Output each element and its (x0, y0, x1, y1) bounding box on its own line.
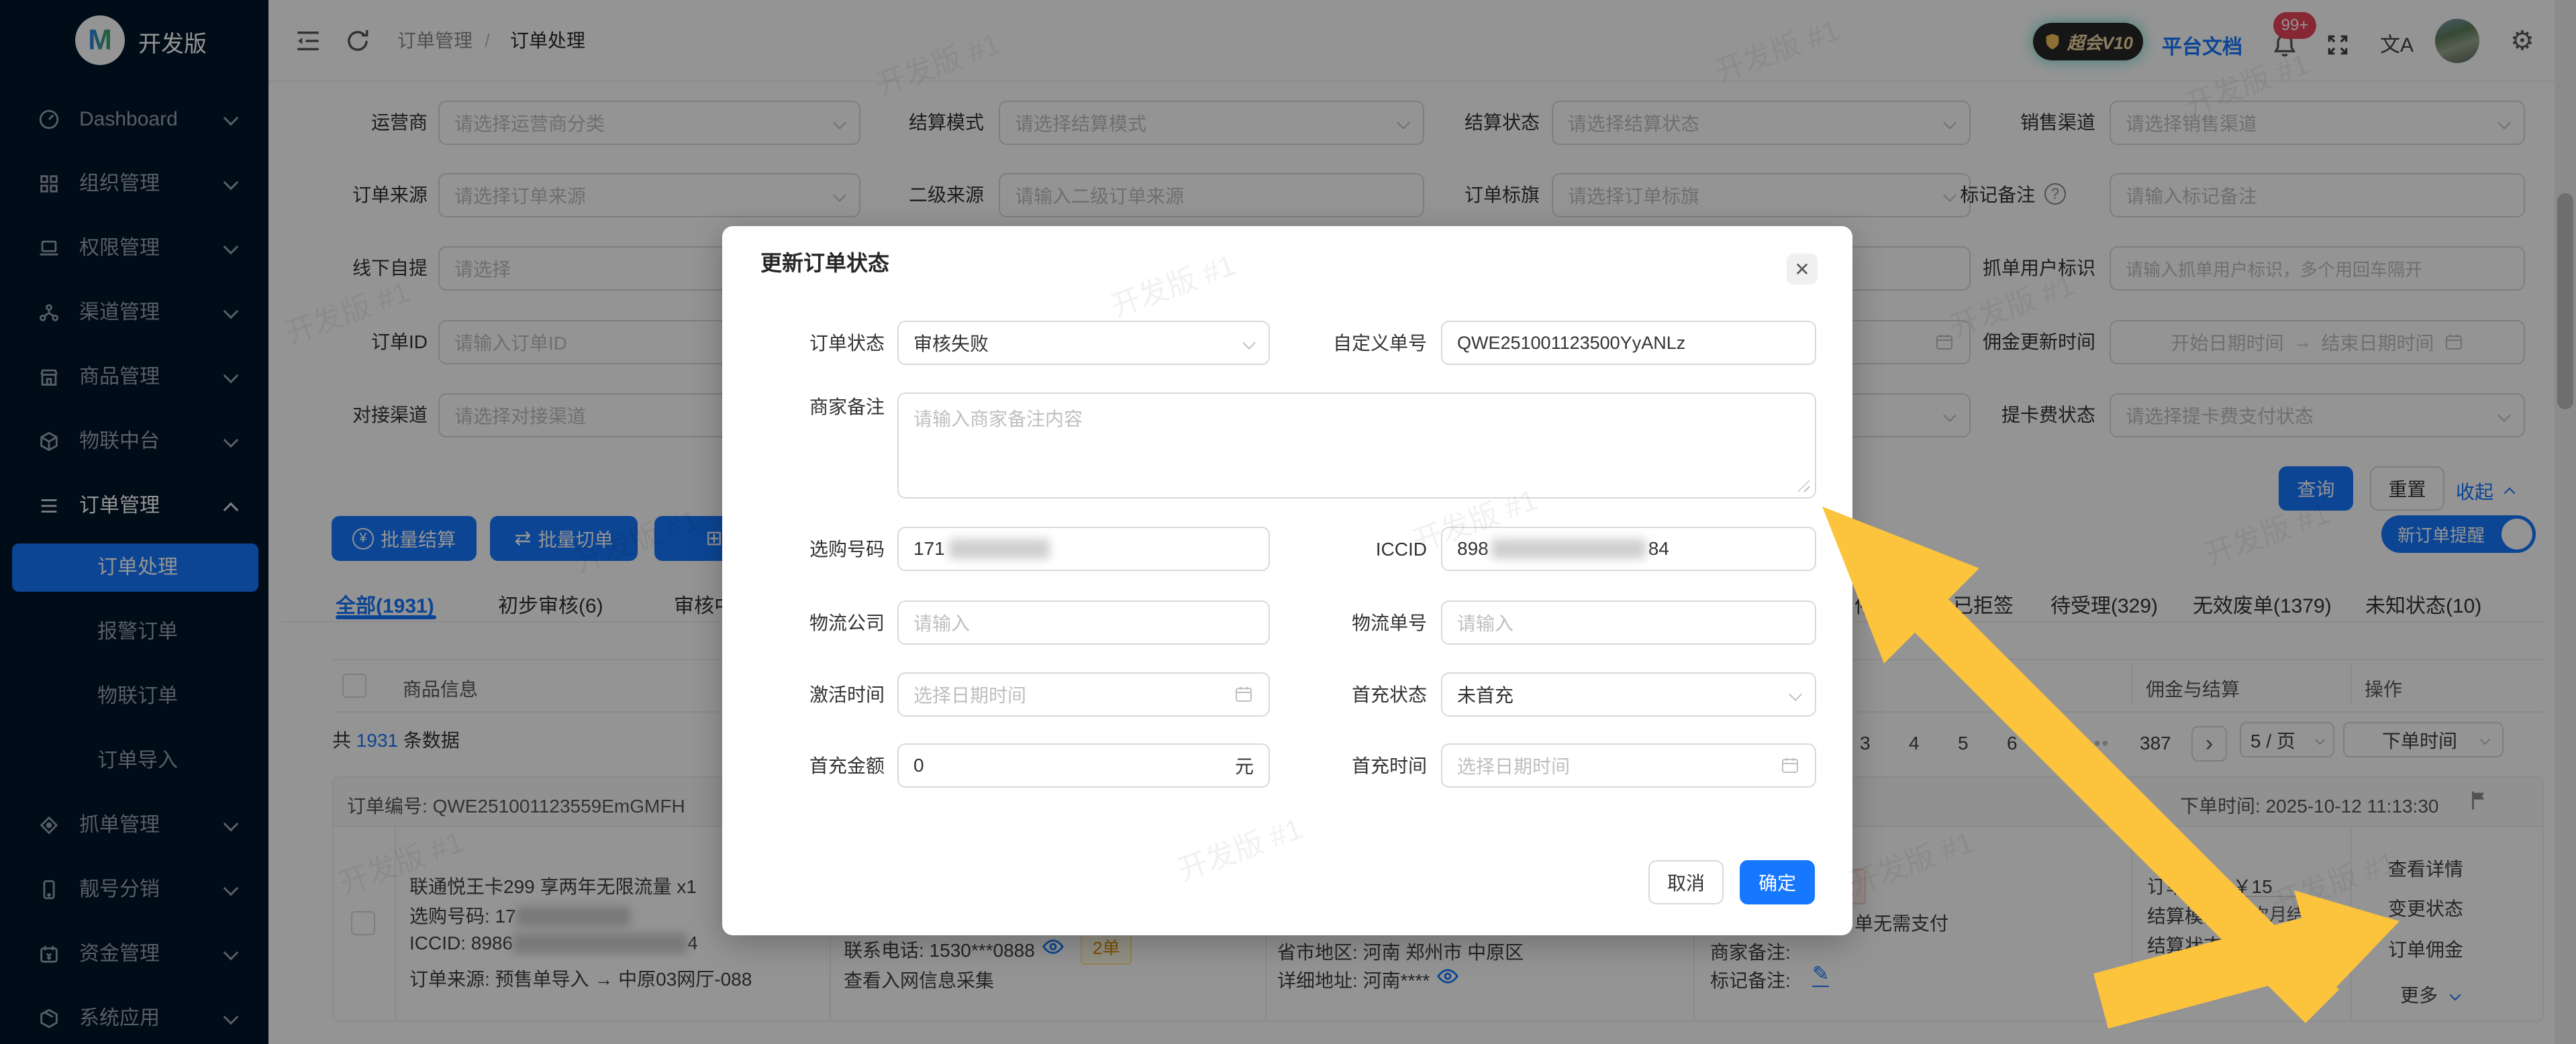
activate-time-picker[interactable]: 选择日期时间 (897, 672, 1270, 717)
modal-label: 订单状态 (736, 321, 885, 366)
modal-label: 激活时间 (736, 672, 885, 717)
update-order-status-modal: 更新订单状态 ✕ 订单状态 审核失败 自定义单号 QWE251001123500… (722, 226, 1852, 935)
modal-label: 物流单号 (1279, 601, 1427, 645)
calendar-icon (1780, 755, 1800, 776)
logistics-company-input[interactable]: 请输入 (897, 601, 1270, 645)
modal-label: 首充状态 (1279, 672, 1427, 717)
blurred-text (949, 539, 1050, 559)
modal-label: 物流公司 (736, 601, 885, 645)
modal-label: 选购号码 (736, 527, 885, 572)
cancel-button[interactable]: 取消 (1648, 860, 1724, 904)
first-charge-amount-input[interactable]: 0 元 (897, 743, 1270, 788)
modal-label: 自定义单号 (1279, 321, 1427, 366)
first-charge-status-select[interactable]: 未首充 (1441, 672, 1816, 717)
close-icon[interactable]: ✕ (1787, 254, 1818, 284)
logistics-number-input[interactable]: 请输入 (1441, 601, 1816, 645)
confirm-button[interactable]: 确定 (1740, 860, 1815, 904)
modal-label: 首充时间 (1279, 743, 1427, 788)
modal-label: ICCID (1279, 527, 1427, 572)
blurred-text (1491, 539, 1646, 559)
resize-handle[interactable] (1797, 480, 1810, 492)
first-charge-time-picker[interactable]: 选择日期时间 (1441, 743, 1816, 788)
calendar-icon (1234, 684, 1254, 704)
custom-order-no-input[interactable]: QWE251001123500YyANLz (1441, 321, 1816, 365)
modal-label: 商家备注 (736, 395, 885, 419)
chevron-down-icon (1789, 688, 1802, 701)
order-management-page: 订单管理 / 订单处理 超会V10 平台文档 99+ 文A ⚙ (0, 0, 2576, 1044)
chevron-down-icon (1242, 336, 1256, 350)
modal-title: 更新订单状态 (760, 246, 889, 277)
iccid-input[interactable]: 898 84 (1441, 527, 1816, 571)
purchase-number-input[interactable]: 171 (897, 527, 1270, 571)
merchant-note-textarea[interactable]: 请输入商家备注内容 (897, 393, 1816, 499)
modal-label: 首充金额 (736, 743, 885, 788)
order-status-select[interactable]: 审核失败 (897, 321, 1270, 365)
